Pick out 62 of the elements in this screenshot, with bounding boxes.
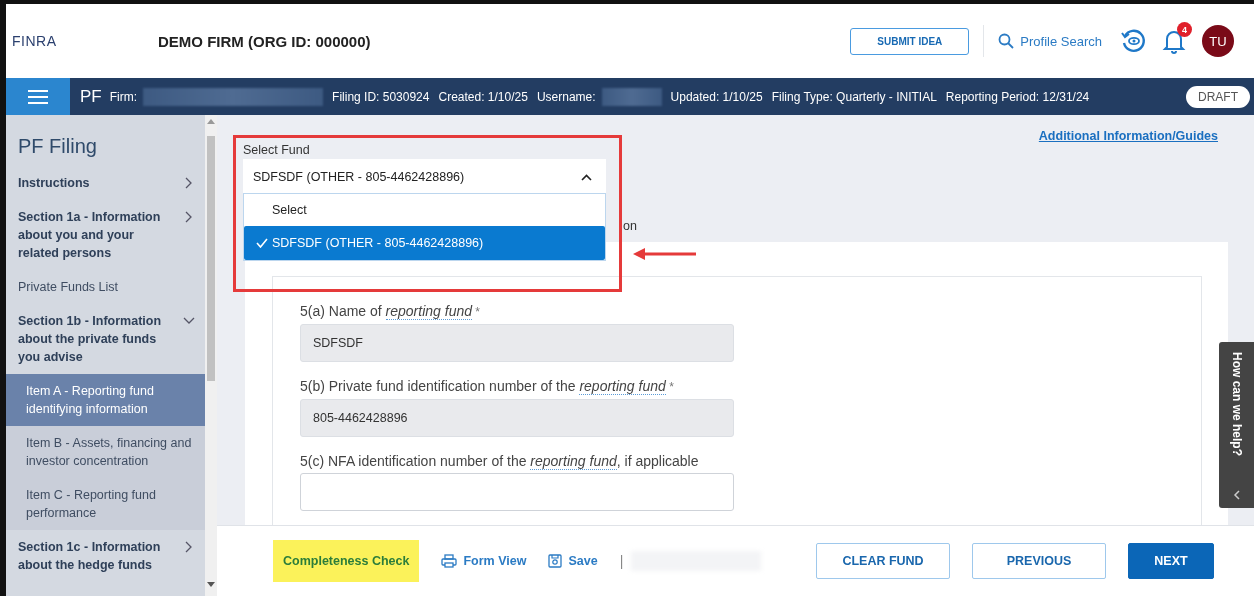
save-icon <box>548 554 563 568</box>
menu-button[interactable] <box>6 78 70 115</box>
footer-action[interactable]: Save <box>548 554 598 568</box>
sidebar-item[interactable]: Item A - Reporting fund identifying information <box>6 374 205 426</box>
sidebar-item[interactable]: Section 1a - Information about you and your related persons <box>6 200 205 270</box>
user-avatar[interactable]: TU <box>1202 25 1234 57</box>
footer-button[interactable]: PREVIOUS <box>972 543 1106 579</box>
scrollbar-thumb[interactable] <box>207 136 215 381</box>
filing-info: Firm: <box>109 89 138 104</box>
logo: FINRA <box>12 33 58 49</box>
sidebar-item[interactable]: Section 1b - Information about the private funds you advise <box>6 304 205 374</box>
pointer-arrow <box>633 247 697 261</box>
app-name: PF <box>80 86 102 107</box>
status-pill: DRAFT <box>1186 85 1250 108</box>
field-label: 5(a) Name of reporting fund * <box>300 302 480 322</box>
footer-action[interactable]: Completeness Check <box>273 540 420 582</box>
sidebar-item[interactable]: Item C - Reporting fund performance <box>6 478 205 530</box>
field-label: Select Fund <box>243 143 310 157</box>
sidebar-title: PF Filing <box>17 134 98 159</box>
text-field[interactable]: 805-4462428896 <box>300 399 734 437</box>
field-label: 5(b) Private fund identification number of the reporting fund * <box>300 377 674 397</box>
sidebar-item[interactable]: Instructions <box>6 166 205 200</box>
glossary-link[interactable]: reporting fund <box>579 378 666 395</box>
search-icon <box>998 33 1015 49</box>
section-heading: on <box>623 219 638 234</box>
profile-search-link[interactable]: Profile Search <box>998 33 1102 49</box>
filing-info: Updated: 1/10/25 <box>670 89 763 104</box>
chevron-left-icon <box>1233 490 1240 500</box>
redacted-value <box>601 87 662 106</box>
text-field[interactable] <box>300 473 734 511</box>
dropdown-option[interactable]: SDFSDF (OTHER - 805-4462428896) <box>244 226 605 260</box>
checkmark-icon <box>256 238 268 248</box>
footer-button[interactable]: NEXT <box>1128 543 1214 579</box>
bell-icon[interactable] <box>1162 28 1186 54</box>
firm-title: DEMO FIRM (ORG ID: 000000) <box>158 32 372 50</box>
sidebar-item[interactable]: Item B - Assets, financing and investor concentration <box>6 426 205 478</box>
scroll-down-icon[interactable] <box>207 582 215 588</box>
guides-link[interactable]: Additional Information/Guides <box>1038 129 1218 143</box>
printer-icon <box>441 554 458 568</box>
submit-idea-button[interactable]: SUBMIT IDEA <box>850 27 970 55</box>
footer-button[interactable]: CLEAR FUND <box>816 543 950 579</box>
filing-info: Created: 1/10/25 <box>438 89 528 104</box>
glossary-link[interactable]: reporting fund <box>385 303 472 320</box>
filing-info: Reporting Period: 12/31/24 <box>945 89 1090 104</box>
separator: | <box>619 553 624 569</box>
filing-info: Username: <box>536 89 596 104</box>
field-label: 5(c) NFA identification number of the reporting fund, if applicable <box>300 452 699 471</box>
filing-info: Filing ID: 5030924 <box>332 89 430 104</box>
sidebar-item[interactable]: Section 1c - Information about the hedge funds <box>6 530 205 582</box>
footer-action[interactable]: Form View <box>441 554 527 568</box>
chevron-up-icon <box>581 173 592 181</box>
glossary-link[interactable]: reporting fund <box>530 453 617 470</box>
notification-badge: 4 <box>1177 22 1192 37</box>
scrollbar[interactable] <box>205 115 217 596</box>
history-eye-icon[interactable] <box>1120 28 1146 54</box>
help-tab[interactable]: How can we help? <box>1219 342 1254 508</box>
text-field[interactable]: SDFSDF <box>300 324 734 362</box>
fund-dropdown[interactable]: SDFSDF (OTHER - 805-4462428896) <box>243 159 606 195</box>
filing-info: Filing Type: Quarterly - INITIAL <box>771 89 937 104</box>
scroll-up-icon[interactable] <box>207 118 215 124</box>
sidebar-item[interactable]: Private Funds List <box>6 270 205 304</box>
menu-icon <box>28 88 48 105</box>
